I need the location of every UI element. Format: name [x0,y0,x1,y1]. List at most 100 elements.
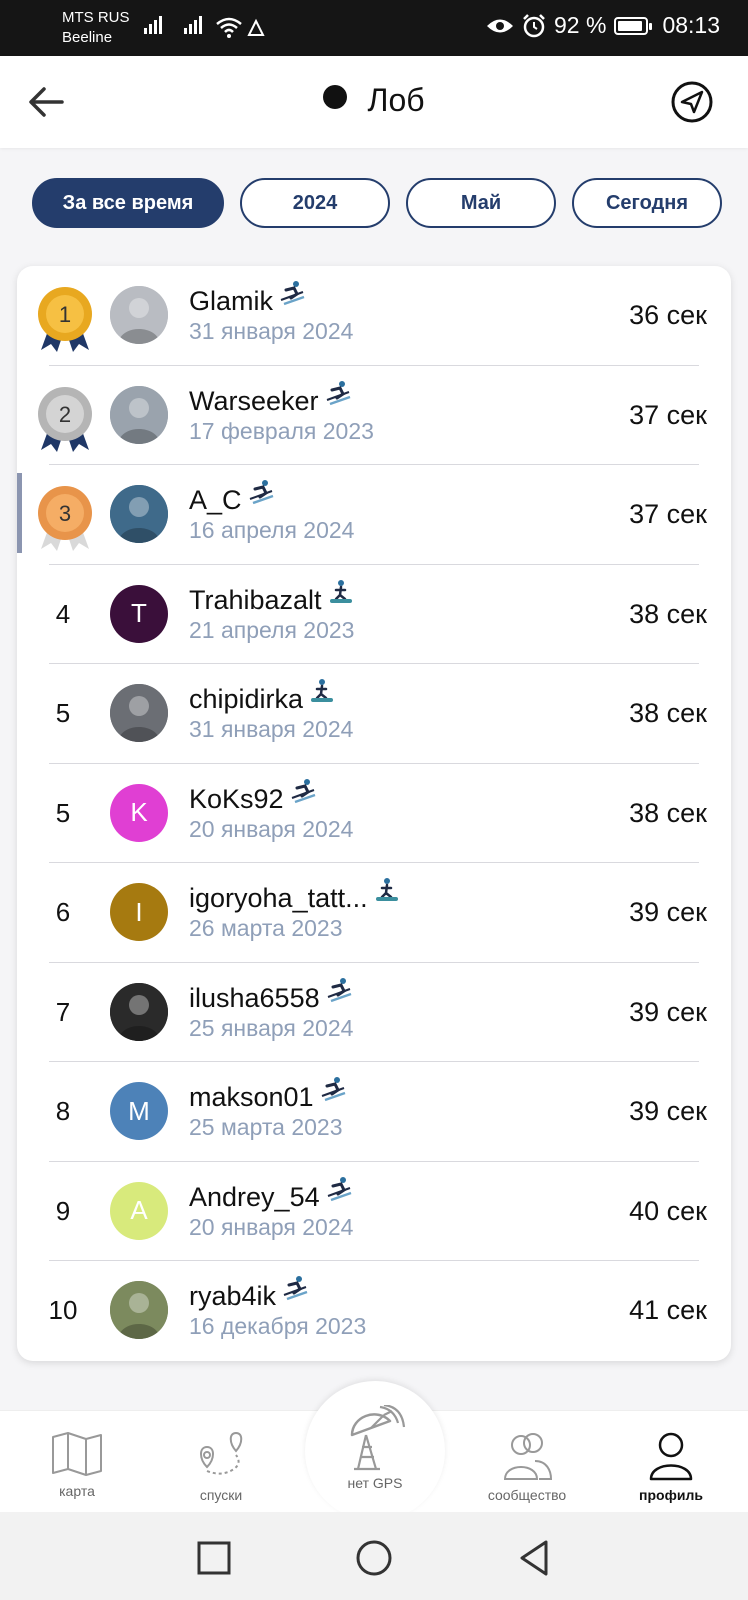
user-name[interactable]: Glamik [189,286,273,316]
user-name-wrap: Glamik [189,280,305,317]
leaderboard-row[interactable]: 3 A_C 16 апреля 2024 37 сек [17,465,731,565]
signal-icon [184,16,204,34]
wifi-icon [216,17,242,38]
nav-community[interactable]: сообщество [472,1411,582,1513]
avatar-photo-icon [110,286,168,344]
nav-label-community: сообщество [487,1487,567,1503]
medal-rank: 1 [59,302,71,327]
carrier-1: MTS RUS [62,9,130,26]
run-time: 38 сек [629,698,707,728]
rank-number: 8 [55,1096,71,1126]
skier-icon [326,380,350,405]
leaderboard-row[interactable]: 7 ilusha6558 25 января 2024 39 сек [17,963,731,1062]
leaderboard-row[interactable]: 6 Iigoryoha_tatt... 26 марта 2023 39 сек [17,863,731,963]
skier-icon [283,1276,308,1301]
skier-icon [249,480,273,505]
avatar-letter: T [131,598,147,628]
run-time: 40 сек [629,1195,707,1226]
user-name-wrap: ryab4ik [189,1275,308,1312]
filter-all-time[interactable]: За все время [32,178,224,228]
run-time: 39 сек [629,897,707,927]
run-date: 20 января 2024 [189,1213,354,1240]
avatar-photo-icon [110,684,168,742]
user-name-wrap: Andrey_54 [189,1176,352,1213]
leaderboard-row[interactable]: 2 Warseeker 17 февраля 2023 37 сек [17,366,731,465]
carrier-2: Beeline [62,29,113,46]
battery-percent: 92 % [554,12,607,38]
system-back-icon[interactable] [514,1538,554,1578]
nav-profile[interactable]: профиль [616,1411,726,1513]
avatar[interactable] [110,684,168,742]
filter-may[interactable]: Май [406,178,556,228]
run-time: 37 сек [629,399,707,430]
user-name-wrap: Trahibazalt [189,579,354,616]
avatar[interactable]: A [110,1181,168,1240]
user-name[interactable]: igoryoha_tatt... [189,883,368,913]
avatar[interactable]: T [110,584,168,643]
status-bar: MTS RUS Beeline 92 % 08:13 [0,0,748,56]
user-name[interactable]: ilusha6558 [189,983,320,1013]
skier-icon [327,1176,352,1201]
avatar[interactable]: M [110,1082,168,1140]
skier-icon [291,778,315,803]
gps-status-label: нет GPS [347,1475,403,1491]
nav-label-runs: спуски [199,1487,243,1503]
avatar[interactable] [110,1281,168,1339]
avatar[interactable] [110,286,168,344]
leaderboard-row[interactable]: 10 ryab4ik 16 декабря 2023 41 сек [17,1261,731,1361]
filter-2024[interactable]: 2024 [240,178,390,228]
satellite-dish-icon [350,1405,406,1471]
filter-today[interactable]: Сегодня [572,178,722,228]
user-name[interactable]: KoKs92 [189,784,284,814]
navigation-arrow-icon[interactable] [670,80,714,124]
user-name-wrap: ilusha6558 [189,977,352,1014]
leaderboard-row[interactable]: 5 chipidirka 31 января 2024 38 сек [17,664,731,764]
user-name[interactable]: Trahibazalt [189,585,322,615]
leaderboard-row[interactable]: 5 K KoKs92 20 января 2024 38 сек [17,764,731,863]
community-icon [503,1433,553,1480]
avatar[interactable] [110,982,168,1041]
home-icon[interactable] [354,1538,394,1578]
run-date: 16 апреля 2024 [189,517,355,543]
run-date: 25 марта 2023 [189,1114,343,1140]
avatar-photo-icon [110,982,168,1041]
user-name[interactable]: makson01 [189,1082,314,1112]
run-date: 20 января 2024 [189,815,354,842]
avatar-photo-icon [110,385,168,444]
user-name[interactable]: Warseeker [189,386,319,416]
avatar[interactable] [110,485,168,543]
carrier-info: MTS RUS Beeline [62,8,130,48]
avatar-letter: M [128,1095,150,1126]
leaderboard-row[interactable]: 8 Mmakson01 25 марта 2023 39 сек [17,1062,731,1162]
nav-map[interactable]: карта [22,1411,132,1513]
user-name-wrap: KoKs92 [189,778,316,815]
bronze-medal-icon: 3 [38,486,92,551]
user-name[interactable]: A_C [189,485,242,515]
rank-number: 5 [55,797,71,828]
run-time: 41 сек [629,1295,707,1325]
snowboarder-icon [311,679,334,702]
rank-number: 5 [55,698,71,728]
difficulty-dot-icon [323,85,348,109]
rank-number: 6 [55,897,71,927]
user-name[interactable]: chipidirka [189,684,303,714]
avatar-letter: K [130,797,148,827]
avatar[interactable]: K [110,783,168,842]
run-time: 38 сек [629,598,707,629]
leaderboard-row[interactable]: 4 T Trahibazalt 21 апреля 2023 38 сек [17,565,731,664]
nav-runs[interactable]: спуски [166,1411,276,1513]
user-name-wrap: A_C [189,479,274,516]
gps-status-button[interactable]: нет GPS [305,1381,445,1521]
rank-number: 4 [55,598,71,629]
user-name[interactable]: ryab4ik [189,1281,276,1311]
leaderboard-row[interactable]: 1 Glamik 31 января 2024 36 сек [17,266,731,366]
recent-apps-icon[interactable] [194,1538,234,1578]
run-date: 17 февраля 2023 [189,417,374,444]
data-saver-icon [247,18,265,36]
user-name[interactable]: Andrey_54 [189,1182,320,1212]
avatar[interactable]: I [110,883,168,941]
leaderboard-row[interactable]: 9 A Andrey_54 20 января 2024 40 сек [17,1162,731,1261]
avatar[interactable] [110,385,168,444]
run-date: 31 января 2024 [189,318,354,344]
clock: 08:13 [662,12,720,38]
